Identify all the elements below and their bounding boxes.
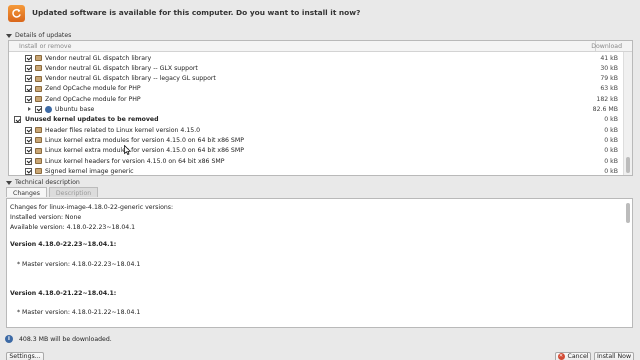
changes-version-heading: Version 4.18.0-22.23~18.04.1: [10, 241, 117, 248]
item-size: 0 kB [604, 157, 618, 165]
close-icon: ✕ [557, 352, 565, 360]
list-item[interactable]: Zend OpCache module for PHP 182 kB [9, 94, 624, 104]
item-label: Zend OpCache module for PHP [45, 95, 141, 103]
scrollbar-thumb[interactable] [626, 203, 630, 223]
changes-line: * Master version: 4.18.0-22.23~18.04.1 [17, 261, 141, 268]
column-download[interactable]: Download [591, 43, 622, 50]
list-item[interactable]: Linux kernel extra modules for version 4… [9, 135, 624, 145]
item-size: 41 kB [600, 54, 618, 62]
package-icon [35, 65, 42, 72]
refresh-icon [8, 5, 25, 22]
list-item[interactable]: Vendor neutral GL dispatch library -- le… [9, 74, 624, 84]
item-label: Vendor neutral GL dispatch library -- le… [45, 75, 216, 83]
item-label: Zend OpCache module for PHP [45, 85, 141, 93]
changes-line: Installed version: None [10, 214, 82, 221]
item-size: 0 kB [604, 147, 618, 155]
package-icon [35, 137, 42, 144]
checkbox[interactable] [14, 116, 21, 124]
checkbox[interactable] [35, 106, 42, 113]
cancel-button-label: Cancel [567, 352, 589, 360]
checkbox[interactable] [25, 126, 32, 134]
list-item[interactable]: Vendor neutral GL dispatch library -- GL… [9, 63, 624, 73]
package-icon [35, 85, 42, 92]
list-item[interactable]: Signed kernel image generic 0 kB [9, 166, 624, 175]
checkbox[interactable] [25, 85, 32, 93]
chevron-down-icon [6, 33, 12, 38]
list-item[interactable]: Ubuntu base 82.6 MB [9, 105, 624, 115]
list-scrollbar[interactable] [623, 52, 632, 175]
item-label: Ubuntu base [55, 106, 95, 113]
checkbox[interactable] [25, 167, 32, 175]
item-size: 30 kB [600, 64, 618, 72]
checkbox[interactable] [25, 95, 32, 103]
item-label: Signed kernel image generic [45, 167, 134, 175]
item-label: Linux kernel extra modules for version 4… [45, 136, 244, 144]
settings-button[interactable]: Settings... [6, 352, 44, 360]
item-label: Linux kernel headers for version 4.15.0 … [45, 157, 225, 165]
package-icon [35, 127, 42, 134]
list-group-row[interactable]: Unused kernel updates to be removed 0 kB [9, 115, 624, 125]
checkbox[interactable] [25, 147, 32, 155]
package-icon [35, 158, 42, 164]
item-label: Header files related to Linux kernel ver… [45, 126, 201, 134]
dialog-header: Updated software is available for this c… [0, 0, 640, 28]
list-item[interactable]: Header files related to Linux kernel ver… [9, 125, 624, 135]
list-item[interactable]: Zend OpCache module for PHP 63 kB [9, 84, 624, 94]
mouse-pointer-icon [124, 145, 131, 155]
item-size: 0 kB [604, 116, 618, 124]
changes-version-heading: Version 4.18.0-21.22~18.04.1: [10, 290, 117, 297]
tab-description[interactable]: Description [48, 187, 99, 197]
package-icon [35, 96, 42, 103]
tab-changes[interactable]: Changes [6, 187, 47, 197]
technical-expander[interactable]: Technical description [6, 179, 80, 186]
item-size: 0 kB [604, 167, 618, 175]
changes-line: Changes for linux-image-4.18.0-22-generi… [10, 204, 174, 211]
list-item[interactable]: Linux kernel extra modules for version 4… [9, 146, 624, 156]
item-size: 0 kB [604, 136, 618, 144]
list-item[interactable]: Linux kernel headers for version 4.15.0 … [9, 156, 624, 166]
checkbox[interactable] [25, 54, 32, 62]
chevron-down-icon [6, 180, 12, 185]
item-size: 79 kB [600, 75, 618, 83]
expand-arrow-icon[interactable] [28, 107, 31, 111]
checkbox[interactable] [25, 75, 32, 83]
package-icon [35, 55, 42, 61]
checkbox[interactable] [25, 64, 32, 72]
changes-scrollbar[interactable] [625, 201, 631, 325]
info-icon: i [5, 335, 13, 343]
details-expander[interactable]: Details of updates [6, 32, 71, 39]
package-icon [35, 75, 42, 82]
item-size: 0 kB [604, 126, 618, 134]
ubuntu-icon [45, 106, 52, 113]
details-expander-label: Details of updates [15, 32, 72, 39]
item-label: Linux kernel extra modules for version 4… [45, 147, 244, 155]
item-size: 82.6 MB [592, 106, 618, 113]
cancel-button[interactable]: ✕ Cancel [555, 352, 591, 360]
install-now-button[interactable]: Install Now [594, 352, 634, 360]
item-size: 182 kB [596, 95, 618, 103]
package-icon [35, 147, 42, 154]
column-install-or-remove[interactable]: Install or remove [19, 43, 71, 50]
package-icon [35, 168, 42, 175]
scrollbar-thumb[interactable] [626, 157, 630, 173]
checkbox[interactable] [25, 157, 32, 165]
item-label: Vendor neutral GL dispatch library -- GL… [45, 64, 198, 72]
changes-line: Available version: 4.18.0-22.23~18.04.1 [10, 224, 136, 231]
technical-tabs: Changes Description [6, 187, 100, 197]
item-label: Vendor neutral GL dispatch library [45, 54, 152, 62]
list-column-header: Install or remove Download [9, 41, 632, 52]
changes-text-view[interactable]: Changes for linux-image-4.18.0-22-generi… [6, 198, 633, 328]
updates-list: Install or remove Download Vendor neutra… [8, 40, 633, 176]
header-message: Updated software is available for this c… [32, 8, 361, 17]
status-bar: i 408.3 MB will be downloaded. [5, 335, 112, 343]
group-label: Unused kernel updates to be removed [25, 116, 159, 124]
technical-expander-label: Technical description [15, 179, 80, 186]
list-item[interactable]: Vendor neutral GL dispatch library 41 kB [9, 53, 624, 63]
item-size: 63 kB [600, 85, 618, 93]
checkbox[interactable] [25, 136, 32, 144]
download-size-status: 408.3 MB will be downloaded. [19, 335, 112, 343]
changes-line: * Master version: 4.18.0-21.22~18.04.1 [17, 309, 141, 316]
